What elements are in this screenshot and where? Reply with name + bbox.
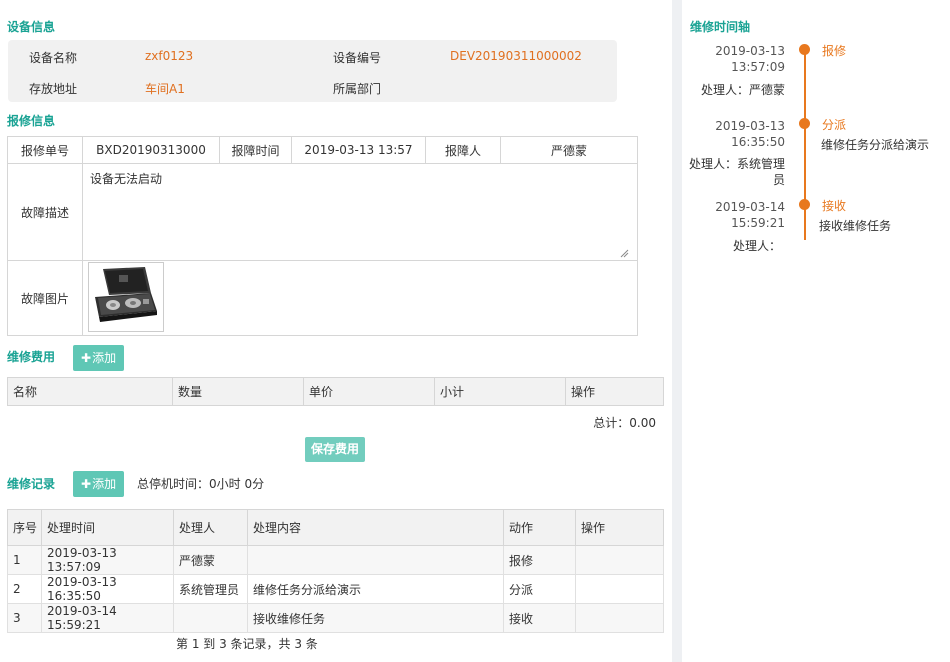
cost-col-price: 单价 — [303, 377, 435, 406]
timeline-dot — [799, 44, 810, 55]
timeline-desc: 维修任务分派给演示 — [821, 138, 930, 152]
cost-col-name: 名称 — [7, 377, 173, 406]
fault-desc-textarea[interactable]: 设备无法启动 — [86, 165, 630, 259]
rec-time: 2019-03-13 13:57:09 — [41, 545, 174, 575]
timeline-event: 报修 — [822, 44, 847, 58]
table-row[interactable]: 2 2019-03-13 16:35:50 系统管理员 维修任务分派给演示 分派 — [7, 574, 664, 604]
equipment-case-image — [95, 267, 157, 322]
downtime-label: 总停机时间： — [137, 477, 210, 491]
timeline-event: 分派 — [822, 118, 847, 132]
fault-image-cell — [82, 260, 638, 336]
device-code-label: 设备编号 — [333, 51, 382, 65]
rec-time: 2019-03-13 16:35:50 — [41, 574, 174, 604]
add-record-button[interactable]: ✚添加 — [73, 471, 125, 497]
timeline-handler: 处理人：严德蒙 — [700, 83, 785, 97]
timeline-handler: 处理人： — [732, 239, 781, 253]
cost-table: 名称 数量 单价 小计 操作 — [7, 377, 664, 406]
save-cost-button[interactable]: 保存费用 — [305, 437, 365, 462]
device-code-value: DEV20190311000002 — [450, 49, 582, 63]
rec-col-op: 操作 — [575, 509, 664, 546]
timeline-dot — [799, 199, 810, 210]
cost-col-qty: 数量 — [172, 377, 304, 406]
timeline-panel: 维修时间轴 — [682, 0, 950, 662]
device-info-box: 设备名称 zxf0123 设备编号 DEV20190311000002 存放地址… — [8, 40, 617, 102]
rec-op — [575, 574, 664, 604]
downtime-value: 0小时 0分 — [209, 477, 265, 491]
timeline-handler: 处理人：系统管理员 — [688, 157, 785, 187]
report-time-value: 2019-03-13 13:57 — [291, 136, 426, 164]
fault-image-label: 故障图片 — [7, 260, 83, 336]
rec-op — [575, 603, 664, 633]
rec-col-time: 处理时间 — [41, 509, 174, 546]
cost-total: 总计：0.00 — [593, 416, 656, 430]
rec-action: 分派 — [503, 574, 576, 604]
device-name-label: 设备名称 — [29, 51, 78, 65]
rec-handler — [173, 603, 248, 633]
timeline-line — [804, 50, 806, 240]
rec-content — [247, 545, 504, 575]
table-row[interactable]: 3 2019-03-14 15:59:21 接收维修任务 接收 — [7, 603, 664, 633]
plus-icon: ✚ — [81, 351, 92, 365]
resize-handle-icon[interactable] — [620, 249, 629, 258]
table-row[interactable]: 1 2019-03-13 13:57:09 严德蒙 报修 — [7, 545, 664, 575]
cost-col-subtotal: 小计 — [434, 377, 566, 406]
report-time-label: 报障时间 — [219, 136, 292, 164]
fault-image-thumbnail[interactable] — [88, 262, 164, 332]
records-title: 维修记录 — [7, 477, 56, 491]
rec-no: 1 — [7, 545, 42, 575]
department-label: 所属部门 — [333, 82, 382, 96]
location-label: 存放地址 — [29, 82, 78, 96]
rec-col-no: 序号 — [7, 509, 42, 546]
timeline-date: 2019-03-13 13:57:09 — [715, 44, 785, 74]
rec-content: 维修任务分派给演示 — [247, 574, 504, 604]
rec-col-action: 动作 — [503, 509, 576, 546]
fault-desc-text: 设备无法启动 — [90, 172, 163, 186]
timeline-event: 接收 — [822, 199, 847, 213]
order-value: BXD20190313000 — [82, 136, 220, 164]
plus-icon: ✚ — [81, 477, 92, 491]
timeline-desc: 接收维修任务 — [819, 219, 892, 233]
reporter-value: 严德蒙 — [500, 136, 638, 164]
add-cost-button[interactable]: ✚添加 — [73, 345, 125, 371]
rec-content: 接收维修任务 — [247, 603, 504, 633]
rec-col-handler: 处理人 — [173, 509, 248, 546]
timeline-date: 2019-03-14 15:59:21 — [715, 200, 785, 230]
rec-action: 报修 — [503, 545, 576, 575]
repair-info-title: 报修信息 — [7, 114, 56, 128]
rec-handler: 系统管理员 — [173, 574, 248, 604]
timeline-title: 维修时间轴 — [690, 20, 751, 34]
rec-action: 接收 — [503, 603, 576, 633]
cost-col-op: 操作 — [565, 377, 664, 406]
add-record-label: 添加 — [92, 477, 117, 491]
records-table: 序号 处理时间 处理人 处理内容 动作 操作 1 2019-03-13 13:5… — [7, 509, 664, 633]
rec-op — [575, 545, 664, 575]
timeline-date: 2019-03-13 16:35:50 — [715, 119, 785, 149]
rec-no: 3 — [7, 603, 42, 633]
timeline-dot — [799, 118, 810, 129]
order-label: 报修单号 — [7, 136, 83, 164]
reporter-label: 报障人 — [425, 136, 501, 164]
main-panel: 设备信息 设备名称 zxf0123 设备编号 DEV20190311000002… — [0, 0, 672, 662]
location-value: 车间A1 — [145, 82, 185, 96]
device-name-value: zxf0123 — [145, 49, 194, 63]
add-cost-label: 添加 — [92, 351, 117, 365]
rec-handler: 严德蒙 — [173, 545, 248, 575]
cost-title: 维修费用 — [7, 350, 56, 364]
device-info-title: 设备信息 — [7, 20, 56, 34]
pagination-info: 第 1 到 3 条记录，共 3 条 — [176, 637, 318, 651]
rec-col-content: 处理内容 — [247, 509, 504, 546]
rec-no: 2 — [7, 574, 42, 604]
downtime-text: 总停机时间：0小时 0分 — [137, 475, 264, 492]
rec-time: 2019-03-14 15:59:21 — [41, 603, 174, 633]
fault-desc-label: 故障描述 — [7, 163, 83, 261]
